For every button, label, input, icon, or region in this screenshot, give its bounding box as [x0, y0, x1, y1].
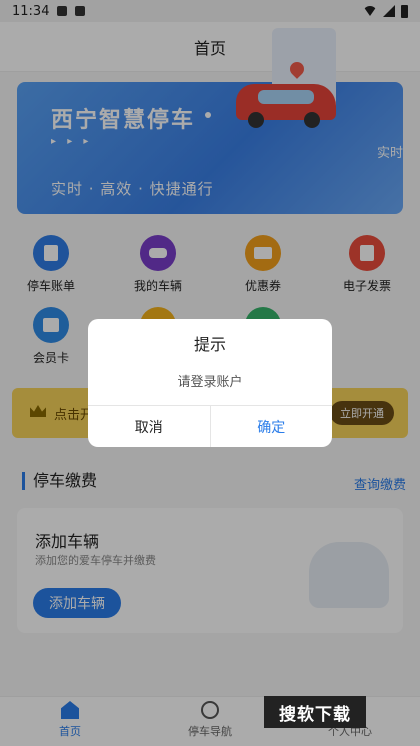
dialog-message: 请登录账户 [177, 375, 243, 390]
dialog-title: 提示 [193, 335, 226, 354]
confirm-button[interactable]: 确定 [209, 406, 333, 447]
cancel-button[interactable]: 取消 [88, 406, 210, 447]
dialog-actions: 取消 确定 [88, 405, 332, 447]
login-prompt-dialog: 提示 请登录账户 取消 确定 [88, 319, 332, 447]
watermark-logo: 搜软下载 [264, 696, 366, 728]
